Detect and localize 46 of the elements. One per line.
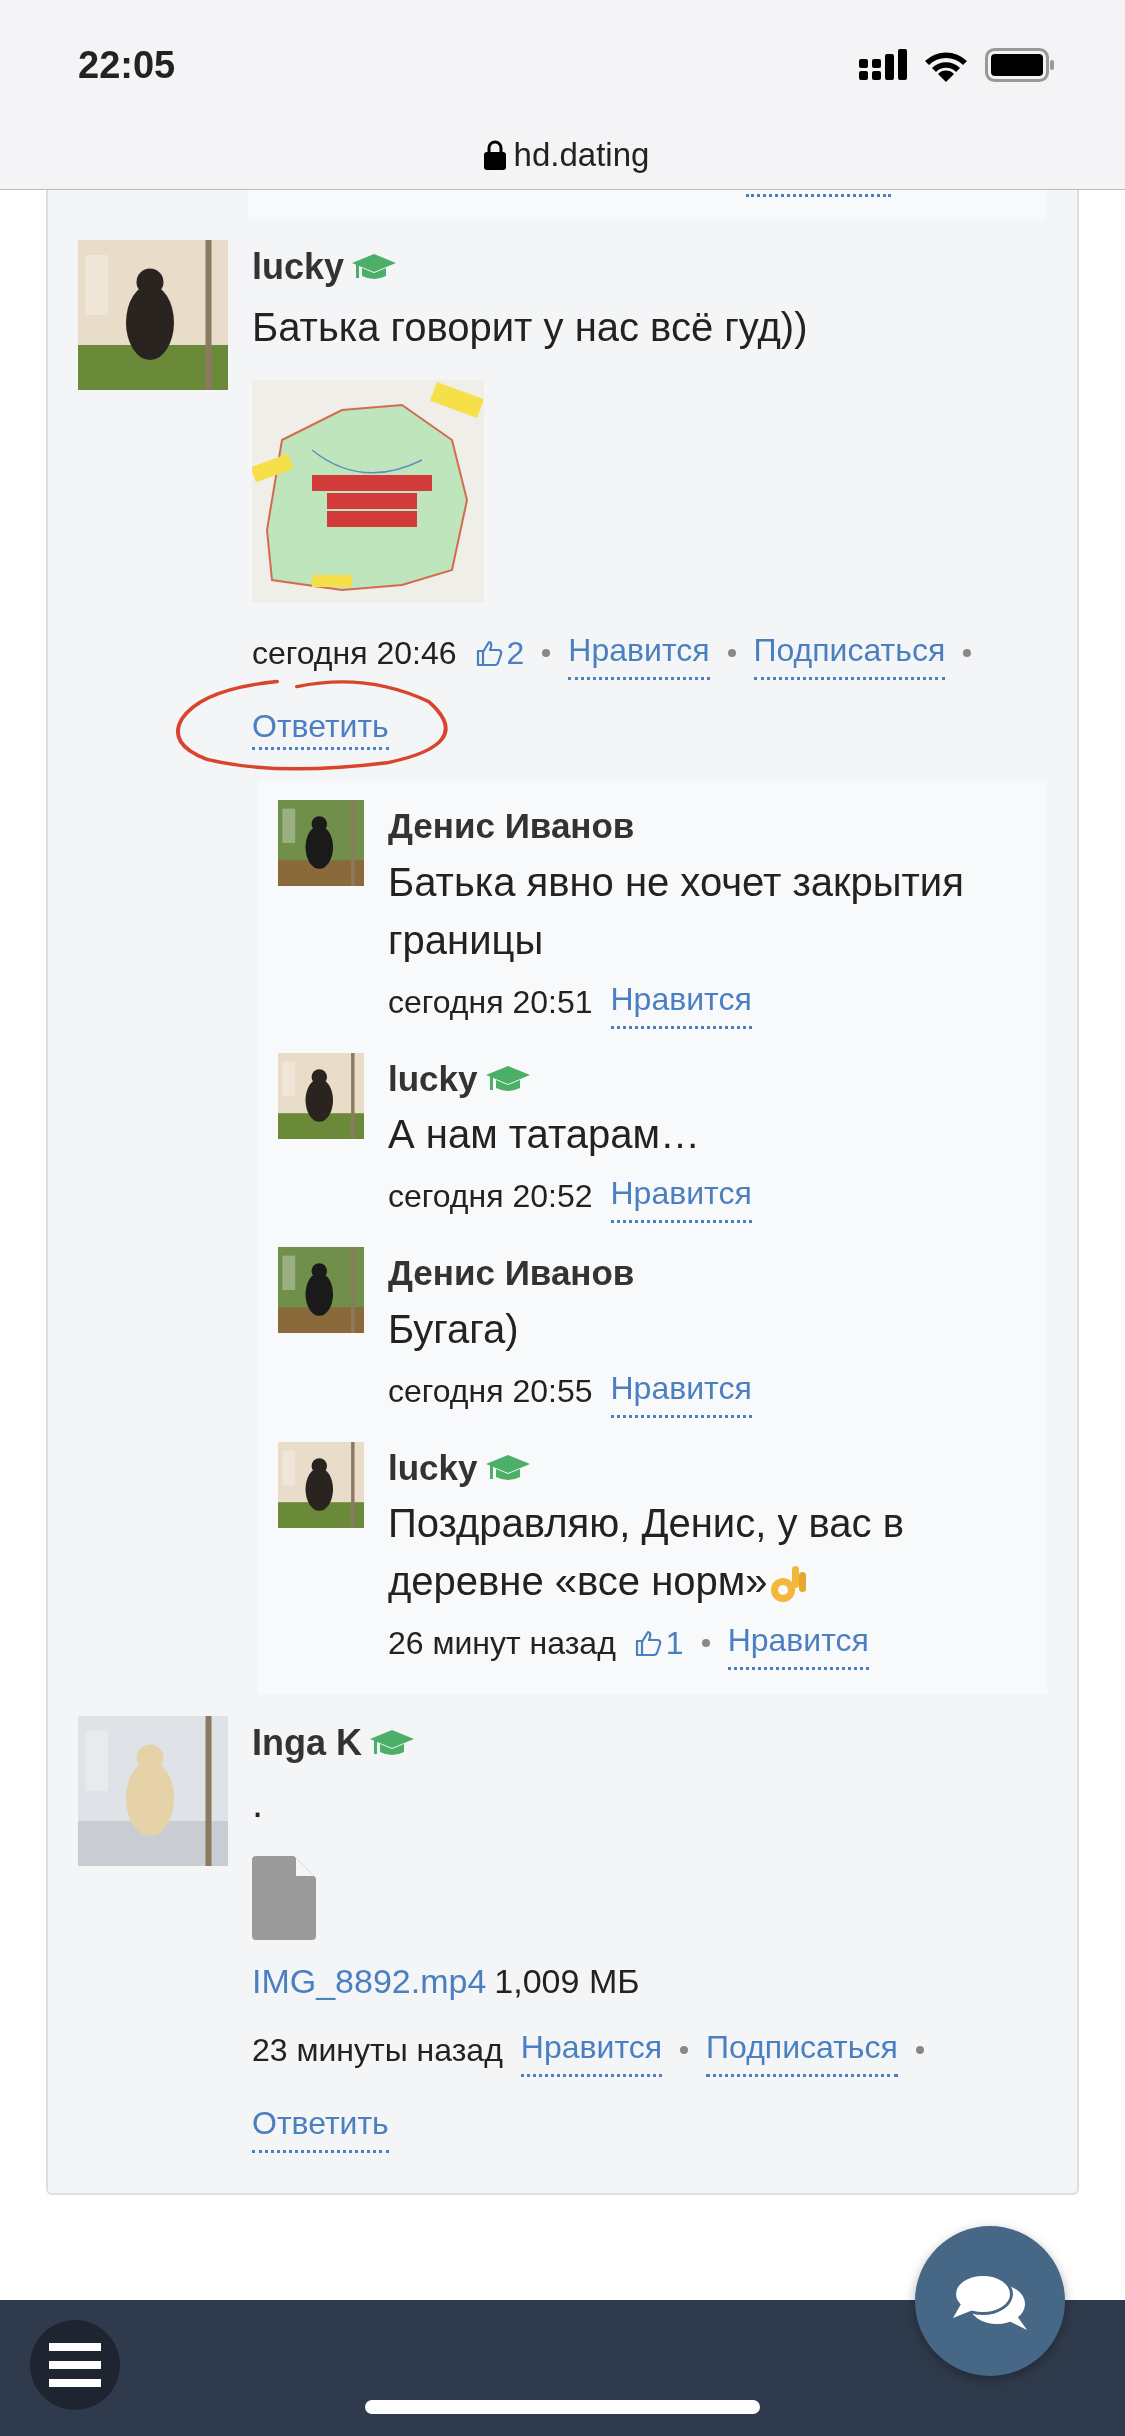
comment-text: Бугага) (388, 1305, 520, 1353)
action-link[interactable]: Ответить (252, 2099, 389, 2153)
post-time: сегодня 20:52 (388, 1177, 593, 1216)
action-link[interactable]: Подписаться (753, 626, 946, 680)
author-name: lucky (388, 1057, 478, 1100)
menu-icon (49, 2343, 101, 2387)
separator-dot (680, 2046, 689, 2054)
comment-text: Поздравляю, Денис, у вас в деревне «все норм» (388, 1500, 905, 1607)
post-time: 26 минут назад (388, 1624, 616, 1663)
action-link[interactable]: Нравится (610, 1363, 752, 1418)
file-icon (252, 1856, 316, 1940)
action-link[interactable]: Подписаться (706, 2023, 898, 2077)
post-time: сегодня 20:55 (388, 1371, 593, 1411)
comment-text: . (252, 1780, 265, 1827)
file-link[interactable]: IMG_8892.mp4 (252, 1956, 487, 2007)
post-time: сегодня 20:46 (252, 634, 457, 673)
address-url: hd.dating (513, 135, 650, 175)
separator-dot (915, 2046, 924, 2054)
author-name: Денис Иванов (388, 805, 635, 847)
thumbs-up-icon (633, 1629, 662, 1657)
author-name: lucky (388, 1446, 478, 1489)
separator-dot (542, 649, 551, 657)
action-link[interactable]: Нравится (610, 974, 752, 1029)
like-count: 2 (474, 629, 525, 677)
author-name: Inga K (252, 1721, 362, 1765)
comment-text: А нам татарам… (388, 1111, 702, 1158)
separator-dot (963, 649, 972, 657)
signal-icon (859, 49, 907, 81)
author-name: Денис Иванов (388, 1252, 635, 1294)
action-link[interactable]: Нравится (520, 2023, 663, 2077)
file-size: 1,009 МБ (494, 1961, 640, 2002)
separator-dot (727, 649, 736, 657)
thumbs-up-icon (474, 639, 503, 667)
action-link[interactable]: Нравится (568, 626, 710, 680)
status-time: 22:05 (78, 42, 176, 88)
separator-dot (701, 1639, 710, 1647)
post-time: сегодня 20:51 (388, 982, 593, 1022)
author-name: lucky (252, 245, 345, 289)
action-link[interactable]: Ответить (252, 708, 389, 750)
comment-text: Батька явно не хочет закрытия границы (388, 858, 965, 964)
action-link[interactable]: Нравится (610, 1169, 752, 1223)
battery-icon (985, 48, 1055, 82)
comment-text: Батька говорит у нас всё гуд)) (252, 304, 809, 351)
post-time: 23 минуты назад (252, 2031, 503, 2070)
action-link[interactable]: Нравится (727, 1616, 869, 1670)
like-count: 1 (633, 1619, 684, 1667)
